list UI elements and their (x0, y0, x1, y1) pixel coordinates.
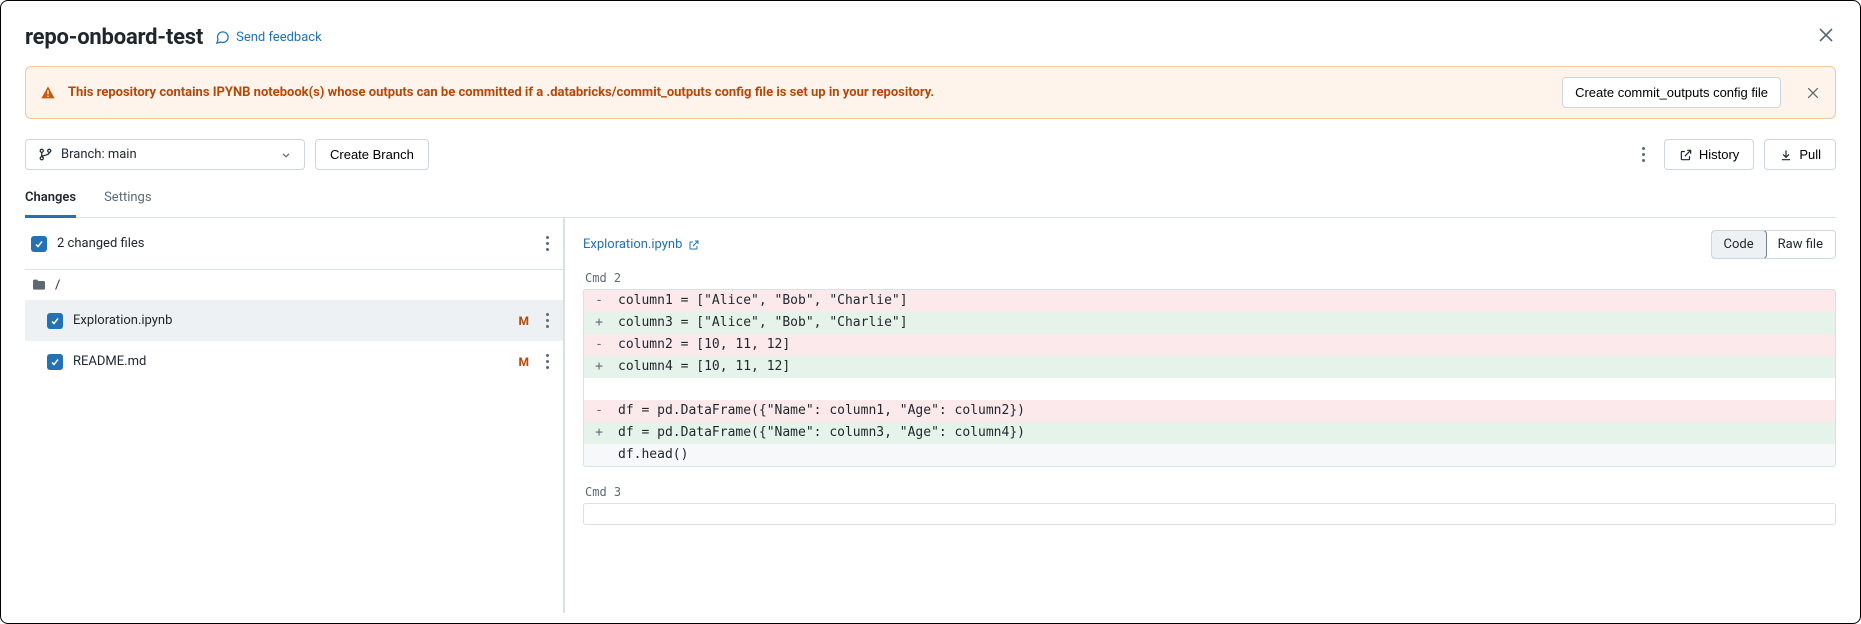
file-name: Exploration.ipynb (73, 313, 518, 328)
file-checkbox[interactable] (47, 313, 63, 329)
speech-bubble-icon (215, 30, 230, 45)
diff-mode-code[interactable]: Code (1711, 230, 1767, 259)
branch-label: Branch: main (61, 147, 137, 162)
diff-line: -column2 = [10, 11, 12] (584, 334, 1835, 356)
file-more-button[interactable] (537, 348, 557, 375)
banner-text: This repository contains IPYNB notebook(… (68, 85, 934, 100)
open-file-link[interactable]: Exploration.ipynb (583, 237, 700, 252)
file-row-exploration[interactable]: Exploration.ipynb M (25, 300, 563, 341)
tree-root-label: / (55, 278, 557, 293)
tab-settings[interactable]: Settings (104, 190, 151, 217)
create-config-button[interactable]: Create commit_outputs config file (1562, 77, 1781, 108)
file-checkbox[interactable] (47, 354, 63, 370)
pull-arrow-icon (1779, 148, 1793, 162)
folder-icon (31, 277, 47, 293)
diff-line: +df = pd.DataFrame({"Name": column3, "Ag… (584, 422, 1835, 444)
diff-line (584, 378, 1835, 400)
branch-icon (38, 147, 53, 162)
changes-more-button[interactable] (537, 230, 557, 257)
file-row-readme[interactable]: README.md M (25, 341, 563, 382)
banner-close-icon[interactable] (1805, 85, 1821, 101)
diff-block-empty (583, 503, 1836, 525)
file-more-button[interactable] (537, 307, 557, 334)
page-title: repo-onboard-test (25, 25, 203, 50)
branch-selector[interactable]: Branch: main (25, 139, 305, 170)
send-feedback-link[interactable]: Send feedback (215, 30, 322, 45)
external-link-icon (1679, 148, 1693, 162)
diff-line: -column1 = ["Alice", "Bob", "Charlie"] (584, 290, 1835, 312)
create-branch-button[interactable]: Create Branch (315, 139, 429, 170)
history-button[interactable]: History (1664, 139, 1754, 170)
chevron-down-icon (280, 149, 292, 161)
close-icon[interactable] (1816, 25, 1836, 45)
changes-summary: 2 changed files (57, 236, 144, 251)
pull-button[interactable]: Pull (1764, 139, 1836, 170)
external-link-icon (688, 239, 700, 251)
warning-icon (40, 85, 56, 101)
cell-label: Cmd 3 (585, 485, 1836, 499)
open-file-label: Exploration.ipynb (583, 237, 682, 252)
warning-banner: This repository contains IPYNB notebook(… (25, 66, 1836, 119)
status-badge: M (518, 314, 529, 328)
diff-mode-raw[interactable]: Raw file (1766, 231, 1835, 258)
diff-line: -df = pd.DataFrame({"Name": column1, "Ag… (584, 400, 1835, 422)
select-all-checkbox[interactable] (31, 236, 47, 252)
diff-line: +column4 = [10, 11, 12] (584, 356, 1835, 378)
cell-label: Cmd 2 (585, 271, 1836, 285)
diff-line: df.head() (584, 444, 1835, 466)
status-badge: M (518, 355, 529, 369)
feedback-label: Send feedback (236, 30, 322, 45)
tree-root[interactable]: / (25, 270, 563, 300)
file-name: README.md (73, 354, 518, 369)
tab-changes[interactable]: Changes (25, 190, 76, 218)
diff-block: -column1 = ["Alice", "Bob", "Charlie"]+c… (583, 289, 1836, 467)
pull-label: Pull (1799, 147, 1821, 162)
more-actions-button[interactable] (1634, 141, 1654, 168)
history-label: History (1699, 147, 1739, 162)
diff-line: +column3 = ["Alice", "Bob", "Charlie"] (584, 312, 1835, 334)
